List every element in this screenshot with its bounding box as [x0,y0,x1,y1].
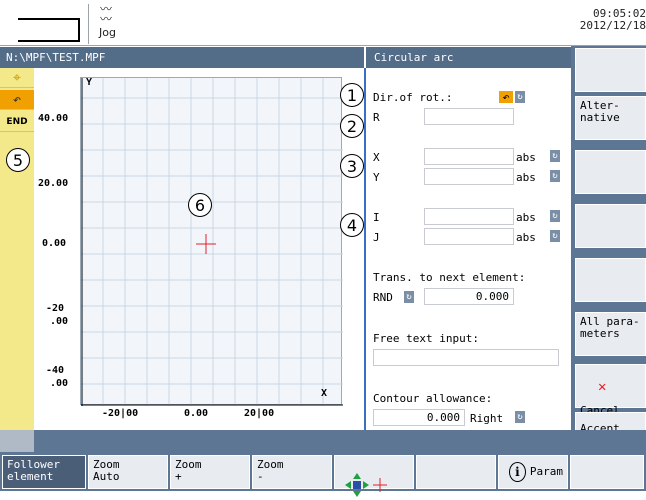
x-mode: abs [516,151,536,164]
y-input[interactable] [424,168,514,185]
softkey-last[interactable] [570,455,644,489]
softkey-3[interactable] [575,150,646,194]
callout-2: 2 [340,114,364,138]
x-tick: 20|00 [244,408,275,419]
x-tick: -20|00 [102,408,139,419]
follower-element-softkey[interactable]: Follower element [2,455,86,489]
all-parameters-softkey[interactable]: All para- meters [575,312,646,356]
cancel-softkey[interactable]: ✕ Cancel [575,364,646,417]
j-label: J [373,231,380,244]
callout-5: 5 [6,148,30,172]
cw-rotation-button[interactable]: ↻ [514,90,526,104]
softkey-empty[interactable] [416,455,496,489]
param-softkey[interactable]: i Param [498,455,568,489]
x-input[interactable] [424,148,514,165]
cursor-cross-icon [196,234,216,254]
j-mode-toggle[interactable]: ↻ [549,229,561,243]
y-tick: -40 [46,365,65,376]
callout-6: 6 [188,193,212,217]
callout-4: 4 [340,213,364,237]
x-axis-label: X [321,388,328,399]
ccw-rotation-button[interactable]: ↶ [498,90,514,104]
free-text-input[interactable] [373,349,559,366]
i-mode-toggle[interactable]: ↻ [549,209,561,223]
channel-box [18,18,80,42]
x-tick: 0.00 [184,408,209,419]
transition-label: Trans. to next element: [373,271,526,284]
transition-toggle[interactable]: ↻ [403,290,415,304]
y-tick: 40.00 [38,113,69,124]
y-tick: 0.00 [42,238,67,249]
y-mode: abs [516,171,536,184]
i-mode: abs [516,211,536,224]
jog-mode-icon: 〰〰 [100,2,113,26]
y-tick: .00 [50,316,69,327]
zoom-auto-softkey[interactable]: Zoom Auto [88,455,168,489]
arc-icon[interactable]: ↶ [0,90,34,110]
contour-side-toggle[interactable]: ↻ [514,410,526,424]
alternative-softkey[interactable]: Alter- native [575,96,646,140]
dir-rot-label: Dir.of rot.: [373,91,453,104]
status-left [0,430,34,452]
softkey-5[interactable] [575,258,646,302]
info-icon: i [509,462,526,482]
callout-1: 1 [340,83,364,107]
y-axis-label: Y [86,77,93,88]
zoom-minus-softkey[interactable]: Zoom - [252,455,332,489]
r-input[interactable] [424,108,514,125]
i-label: I [373,211,380,224]
program-path: N:\MPF\TEST.MPF [0,47,364,68]
y-tick: -20 [46,303,65,314]
rnd-label: RND [373,291,393,304]
divider [88,4,89,44]
zoom-plus-softkey[interactable]: Zoom + [170,455,250,489]
y-tick: .00 [50,378,69,389]
status-bar [0,430,646,452]
top-status-bar [0,0,646,46]
free-text-label: Free text input: [373,332,479,345]
clock-date: 2012/12/18 [579,19,646,32]
callout-3: 3 [340,154,364,178]
contour-allowance-label: Contour allowance: [373,392,493,405]
clock: 09:05:02 2012/12/18 [560,8,646,32]
contour-allowance-input[interactable]: 0.000 [373,409,465,426]
x-label: X [373,151,380,164]
end-label: END [6,116,28,127]
j-mode: abs [516,231,536,244]
softkey-1[interactable] [575,48,646,92]
pan-arrows-icon [345,473,387,497]
param-label: Param [529,465,563,478]
y-tick: 20.00 [38,178,69,189]
mode-label: Jog [99,26,116,39]
rnd-input[interactable]: 0.000 [424,288,514,305]
r-label: R [373,111,380,124]
i-input[interactable] [424,208,514,225]
dialog-title: Circular arc [366,47,571,68]
contour-side: Right [470,412,504,425]
cancel-x-icon: ✕ [598,379,607,395]
y-mode-toggle[interactable]: ↻ [549,169,561,183]
y-label: Y [373,171,380,184]
j-input[interactable] [424,228,514,245]
x-mode-toggle[interactable]: ↻ [549,149,561,163]
crosshair-icon[interactable]: ⌖ [0,68,34,88]
end-icon[interactable]: END [0,112,34,132]
softkey-4[interactable] [575,204,646,248]
pan-softkey[interactable] [334,455,414,497]
